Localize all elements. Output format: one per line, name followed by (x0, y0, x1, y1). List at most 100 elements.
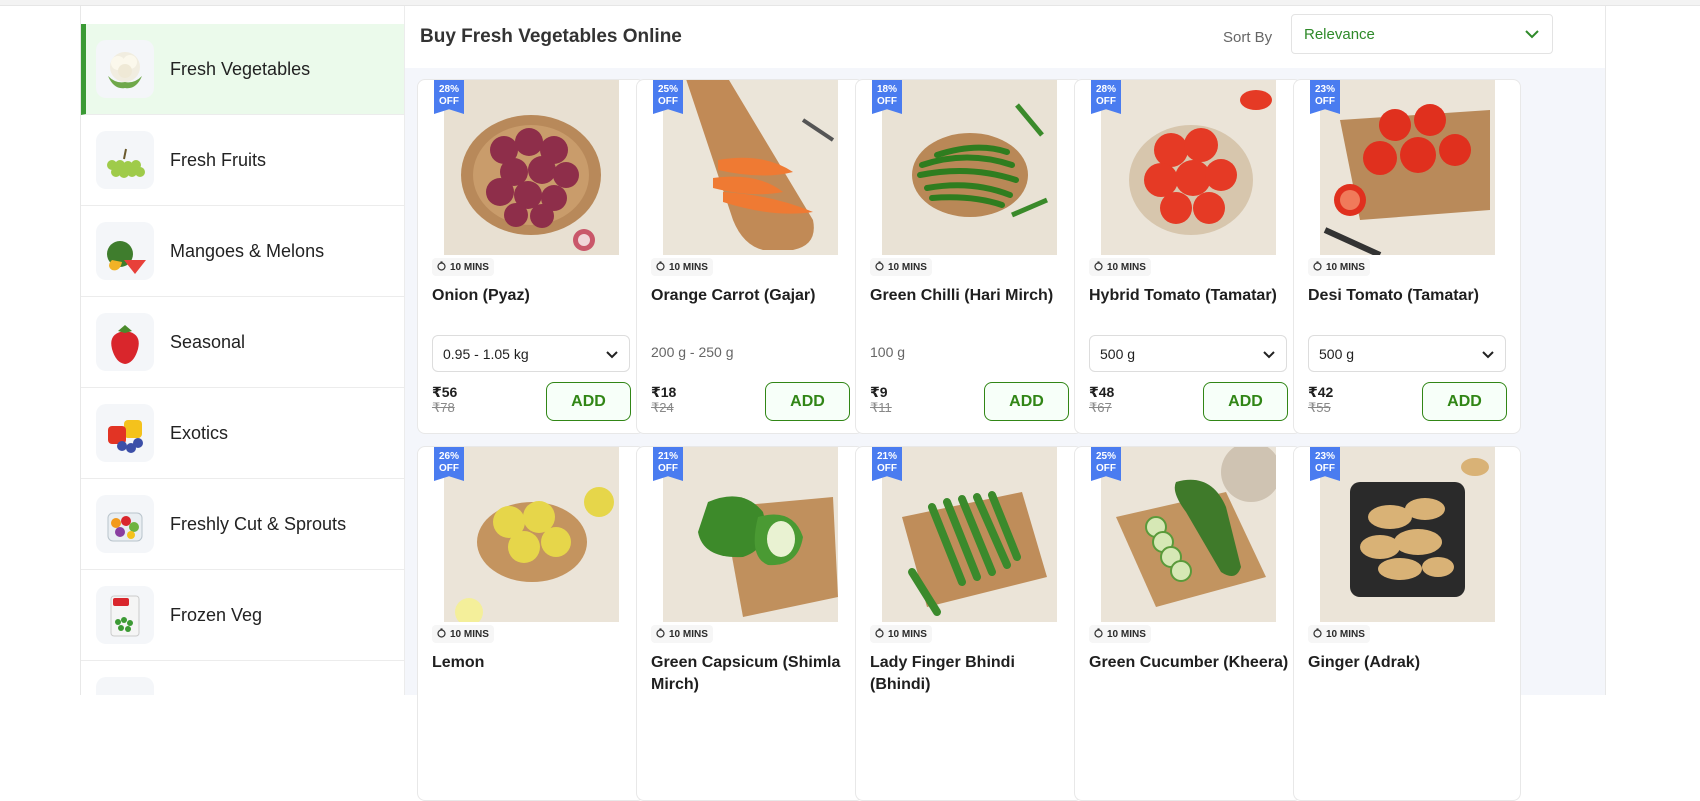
eta-text: 10 MINS (1107, 261, 1146, 273)
add-button[interactable]: ADD (765, 382, 850, 421)
carrot-image (663, 80, 838, 255)
sidebar-item-frozen-veg[interactable]: Frozen Veg (81, 570, 404, 661)
product-card[interactable]: 28% OFF 10 MINS Onion (Pyaz) 0.95 - 1.05… (417, 79, 645, 434)
product-card[interactable]: 23% OFF 10 MINS Ginger (Adrak) (1293, 446, 1521, 801)
stopwatch-icon (875, 260, 884, 274)
product-name: Green Capsicum (Shimla Mirch) (651, 654, 841, 693)
stopwatch-icon (1094, 260, 1103, 274)
product-price: ₹56 (432, 384, 458, 400)
sidebar-item-fresh-fruits[interactable]: Fresh Fruits (81, 115, 404, 206)
add-button[interactable]: ADD (1422, 382, 1507, 421)
delivery-eta: 10 MINS (870, 625, 932, 643)
eta-text: 10 MINS (888, 628, 927, 640)
stopwatch-icon (1313, 260, 1322, 274)
add-button[interactable]: ADD (546, 382, 631, 421)
sidebar-item-fresh-vegetables[interactable]: Fresh Vegetables (81, 24, 404, 115)
watermelon-icon (96, 222, 154, 280)
eta-text: 10 MINS (1326, 261, 1365, 273)
product-card[interactable]: 25% OFF 10 MINS Green Cucumber (Kheera) (1074, 446, 1302, 801)
product-card[interactable]: 18% OFF 10 MINS Green Chilli (Hari Mirch… (855, 79, 1083, 434)
product-price: ₹48 (1089, 384, 1115, 400)
lemon-image (444, 447, 619, 622)
sidebar-item-label: Frozen Veg (170, 604, 263, 625)
cucumber-image (1101, 447, 1276, 622)
capsicum-image (663, 447, 838, 622)
discount-badge: 25% OFF (653, 80, 683, 114)
discount-badge: 28% OFF (1091, 80, 1121, 114)
eta-text: 10 MINS (1107, 628, 1146, 640)
delivery-eta: 10 MINS (1308, 258, 1370, 276)
stopwatch-icon (437, 627, 446, 641)
sidebar-item-label: Fresh Vegetables (170, 58, 311, 79)
stopwatch-icon (875, 627, 884, 641)
product-listing: Buy Fresh Vegetables Online Sort By Rele… (405, 6, 1605, 801)
ginger-image (1320, 447, 1495, 622)
stopwatch-icon (1094, 627, 1103, 641)
category-icon (96, 677, 154, 695)
sidebar-item-mangoes-melons[interactable]: Mangoes & Melons (81, 206, 404, 297)
sidebar-item-seasonal[interactable]: Seasonal (81, 297, 404, 388)
sidebar-item-freshly-cut-sprouts[interactable]: Freshly Cut & Sprouts (81, 479, 404, 570)
product-name: Green Cucumber (Kheera) (1089, 654, 1289, 671)
product-mrp: ₹24 (651, 400, 674, 415)
product-card[interactable]: 26% OFF 10 MINS Lemon (417, 446, 645, 801)
product-mrp: ₹78 (432, 400, 455, 415)
sidebar-item-label: Seasonal (170, 331, 246, 352)
delivery-eta: 10 MINS (432, 258, 494, 276)
variant-dropdown[interactable]: 500 g (1089, 335, 1287, 372)
category-sidebar: Fresh Vegetables Fresh Fruits Mangoes & … (81, 6, 405, 695)
page-title: Buy Fresh Vegetables Online (420, 26, 682, 47)
product-card[interactable]: 21% OFF 10 MINS Green Capsicum (Shimla M… (636, 446, 864, 801)
chevron-down-icon (1481, 346, 1495, 362)
eta-text: 10 MINS (450, 628, 489, 640)
delivery-eta: 10 MINS (651, 625, 713, 643)
variant-value: 500 g (1319, 345, 1355, 362)
variant-label: 100 g (870, 344, 906, 360)
discount-badge: 28% OFF (434, 80, 464, 114)
product-name: Onion (Pyaz) (432, 287, 530, 304)
cut-fruit-icon (96, 495, 154, 553)
variant-dropdown[interactable]: 500 g (1308, 335, 1506, 372)
delivery-eta: 10 MINS (1089, 258, 1151, 276)
sort-value: Relevance (1304, 25, 1375, 43)
variant-value: 500 g (1100, 345, 1136, 362)
product-name: Lemon (432, 654, 485, 671)
grapes-icon (96, 131, 154, 189)
product-name: Green Chilli (Hari Mirch) (870, 287, 1054, 304)
variant-label: 200 g - 250 g (651, 344, 734, 360)
product-name: Ginger (Adrak) (1308, 654, 1421, 671)
sidebar-item-label: Fresh Fruits (170, 149, 267, 170)
stopwatch-icon (437, 260, 446, 274)
sidebar-item-more[interactable] (81, 661, 404, 695)
discount-badge: 23% OFF (1310, 80, 1340, 114)
delivery-eta: 10 MINS (1089, 625, 1151, 643)
delivery-eta: 10 MINS (1308, 625, 1370, 643)
page-shell: Fresh Vegetables Fresh Fruits Mangoes & … (80, 6, 1606, 801)
discount-badge: 21% OFF (653, 447, 683, 481)
chevron-down-icon (1524, 26, 1540, 43)
discount-badge: 18% OFF (872, 80, 902, 114)
product-card[interactable]: 25% OFF 10 MINS Orange Carrot (Gajar) 20… (636, 79, 864, 434)
sidebar-item-label: Mangoes & Melons (170, 240, 325, 261)
listing-header: Buy Fresh Vegetables Online Sort By Rele… (405, 6, 1605, 68)
exotic-fruits-icon (96, 404, 154, 462)
product-mrp: ₹11 (870, 400, 892, 415)
product-card[interactable]: 28% OFF 10 MINS Hybrid Tomato (Tamatar) … (1074, 79, 1302, 434)
delivery-eta: 10 MINS (432, 625, 494, 643)
add-button[interactable]: ADD (1203, 382, 1288, 421)
lady-finger-image (882, 447, 1057, 622)
product-mrp: ₹55 (1308, 400, 1331, 415)
variant-dropdown[interactable]: 0.95 - 1.05 kg (432, 335, 630, 372)
product-card[interactable]: 23% OFF 10 MINS Desi Tomato (Tamatar) 50… (1293, 79, 1521, 434)
product-mrp: ₹67 (1089, 400, 1112, 415)
product-card[interactable]: 21% OFF 10 MINS Lady Finger Bhindi (Bhin… (855, 446, 1083, 801)
product-price: ₹9 (870, 384, 888, 400)
desi-tomato-image (1320, 80, 1495, 255)
chevron-down-icon (1262, 346, 1276, 362)
eta-text: 10 MINS (669, 261, 708, 273)
add-button[interactable]: ADD (984, 382, 1069, 421)
sort-dropdown[interactable]: Relevance (1291, 14, 1553, 54)
discount-badge: 26% OFF (434, 447, 464, 481)
sidebar-item-exotics[interactable]: Exotics (81, 388, 404, 479)
discount-badge: 21% OFF (872, 447, 902, 481)
